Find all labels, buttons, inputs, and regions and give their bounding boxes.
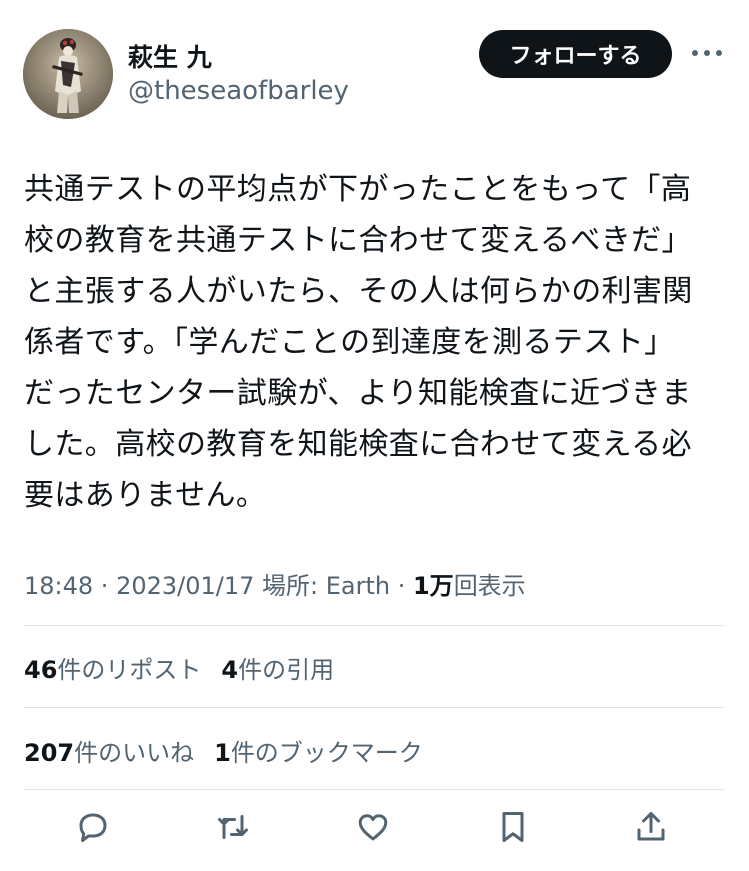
like-icon[interactable] (351, 805, 395, 849)
tweet-text-line: だったセンター試験が、より知能検査に近づきま (24, 376, 692, 411)
tweet-text-line: 校の教育を共通テストに合わせて変えるべきだ」 (24, 223, 692, 258)
quotes-label: 件の引用 (238, 656, 335, 684)
quotes-count: 4 (221, 656, 239, 684)
repost-icon[interactable] (211, 805, 255, 849)
views-label: 回表示 (453, 572, 526, 600)
tweet-date[interactable]: 2023/01/17 (116, 572, 254, 600)
likes-count: 207 (24, 739, 75, 767)
follow-button[interactable]: フォローする (479, 30, 672, 78)
user-handle[interactable]: @theseaofbarley (128, 76, 349, 106)
action-bar (0, 805, 749, 860)
meta-separator: · (390, 572, 413, 600)
tweet-text-line: 要はありません。 (24, 478, 267, 513)
stats-row-reposts: 46件のリポスト 4件の引用 (24, 650, 334, 685)
bookmarks-label: 件のブックマーク (230, 739, 423, 767)
meta-separator: · (93, 572, 117, 600)
share-icon[interactable] (629, 805, 673, 849)
bookmark-icon[interactable] (491, 805, 535, 849)
avatar[interactable] (23, 29, 113, 119)
display-name[interactable]: 萩生 九 (128, 38, 212, 74)
reposts-label: 件のリポスト (57, 656, 202, 684)
tweet-text: 共通テストの平均点が下がったことをもって「高 校の教育を共通テストに合わせて変え… (24, 164, 729, 521)
likes-stat[interactable]: 207件のいいね (24, 739, 194, 767)
bookmarks-count: 1 (214, 739, 231, 767)
tweet-text-line: 共通テストの平均点が下がったことをもって「高 (24, 172, 692, 207)
divider (24, 707, 725, 708)
tweet-text-line: と主張する人がいたら、その人は何らかの利害関 (24, 274, 693, 309)
profile-photo (23, 29, 113, 119)
likes-label: 件のいいね (74, 739, 195, 767)
stats-row-likes: 207件のいいね 1件のブックマーク (24, 733, 423, 768)
tweet-time[interactable]: 18:48 (24, 572, 93, 600)
bookmarks-stat[interactable]: 1件のブックマーク (214, 739, 423, 767)
divider (24, 625, 725, 626)
views-count: 1万 (412, 572, 454, 600)
tweet-location: 場所: Earth (254, 572, 391, 600)
reposts-stat[interactable]: 46件のリポスト (24, 656, 201, 684)
more-icon[interactable] (692, 44, 722, 64)
divider (24, 789, 725, 790)
reposts-count: 46 (24, 656, 58, 684)
tweet-header: 萩生 九 @theseaofbarley フォローする (0, 0, 749, 130)
tweet-meta: 18:48 · 2023/01/17 場所: Earth · 1万回表示 (24, 566, 526, 601)
quotes-stat[interactable]: 4件の引用 (221, 656, 334, 684)
tweet-text-line: した。高校の教育を知能検査に合わせて変える必 (24, 427, 692, 462)
reply-icon[interactable] (71, 805, 115, 849)
tweet-text-line: 係者です。「学んだことの到達度を測るテスト」 (24, 325, 675, 360)
